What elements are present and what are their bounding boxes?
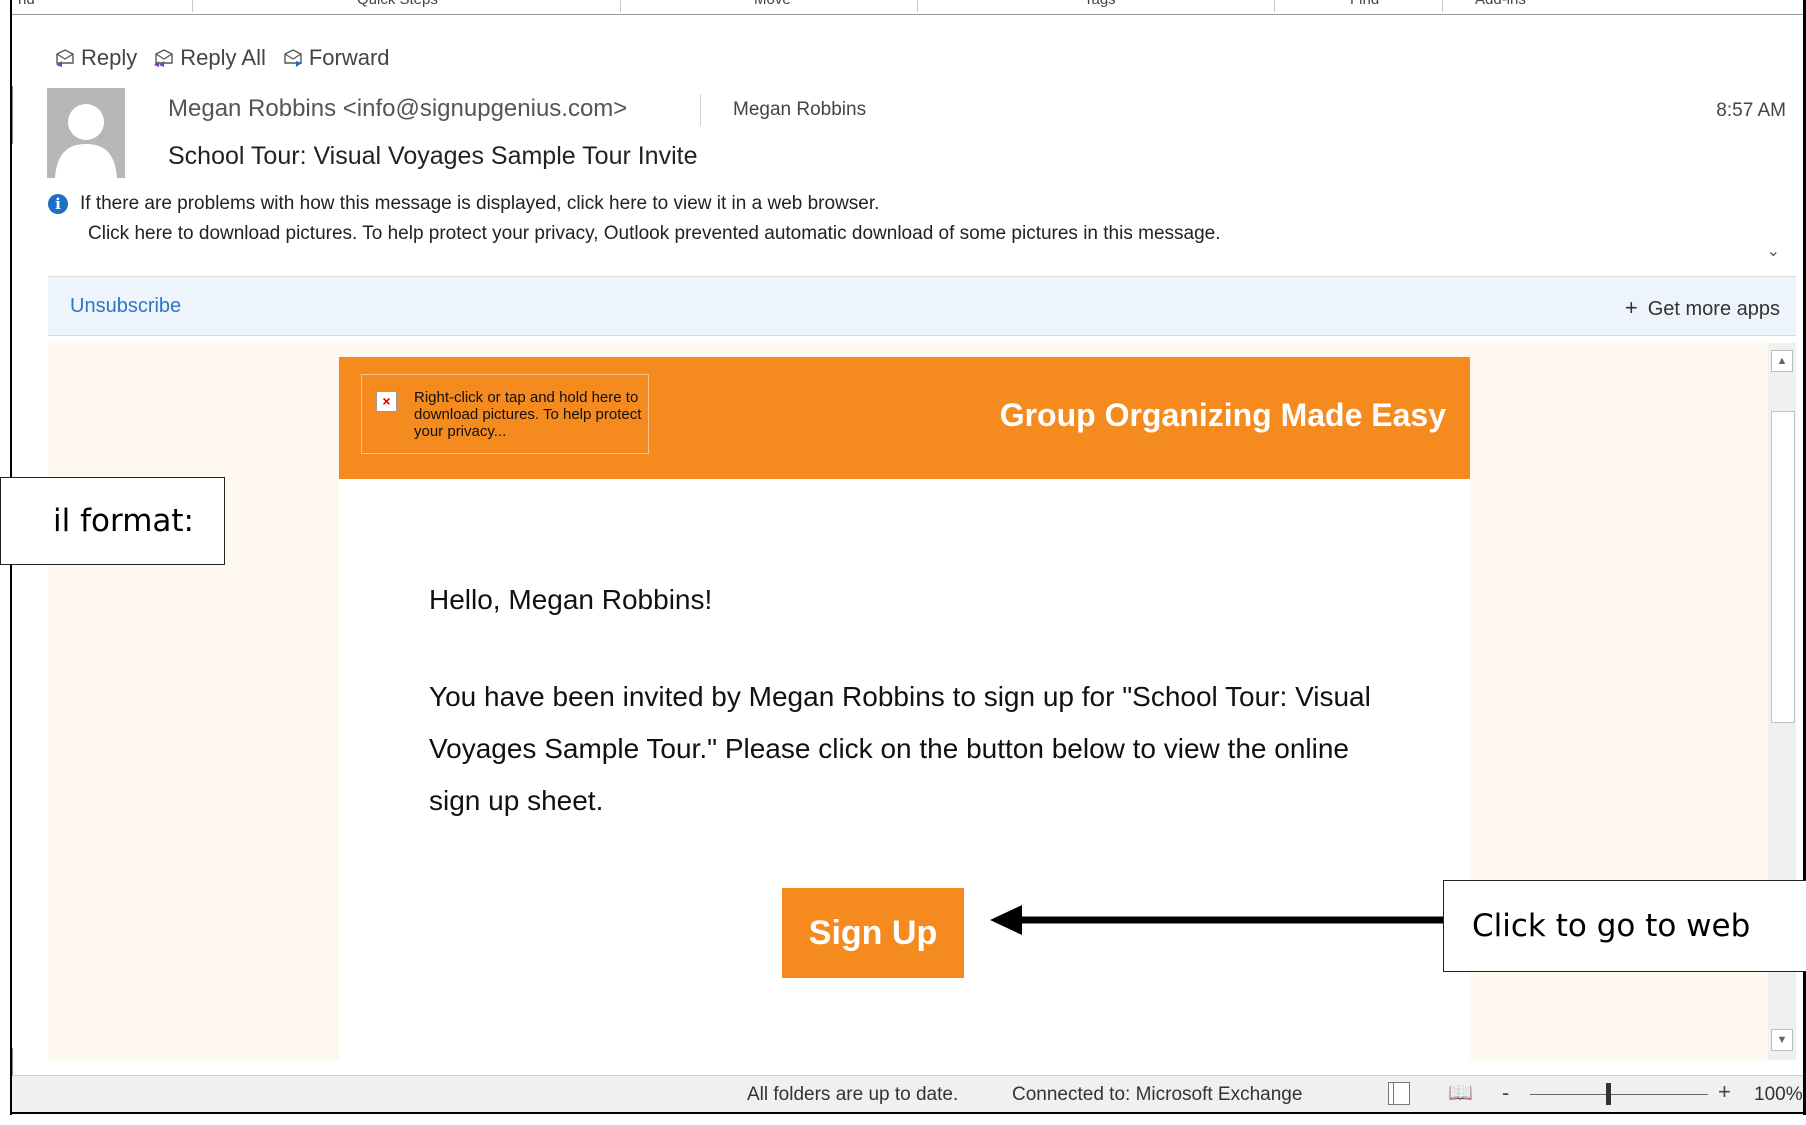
plus-icon: + [1624, 295, 1638, 320]
ribbon-divider [1274, 0, 1275, 12]
zoom-slider-thumb[interactable] [1606, 1083, 1611, 1105]
email-banner: × Right-click or tap and hold here to do… [339, 357, 1470, 479]
ribbon-divider [192, 0, 193, 12]
ribbon-group-tags[interactable]: Tags [1084, 0, 1116, 8]
info-icon: i [48, 194, 68, 214]
reply-label: Reply [81, 45, 138, 70]
forward-button[interactable]: Forward [282, 45, 390, 71]
folder-sync-status: All folders are up to date. [747, 1084, 959, 1105]
blocked-image-text: Right-click or tap and hold here to down… [414, 389, 642, 440]
download-pictures-notice[interactable]: Click here to download pictures. To help… [88, 223, 1221, 245]
scroll-up-arrow-icon[interactable]: ▲ [1771, 350, 1793, 372]
sign-up-button[interactable]: Sign Up [782, 888, 964, 978]
email-card: × Right-click or tap and hold here to do… [339, 357, 1470, 1060]
scroll-down-arrow-icon[interactable]: ▼ [1771, 1029, 1793, 1051]
ribbon-group-labels: nd Quick Steps Move Tags Find Add-ins [12, 0, 1803, 15]
message-subject: School Tour: Visual Voyages Sample Tour … [168, 142, 698, 170]
annotation-callout-web: Click to go to web [1443, 880, 1806, 972]
reply-all-icon [154, 49, 173, 67]
ribbon-group-quick-steps[interactable]: Quick Steps [357, 0, 438, 8]
addin-bar: Unsubscribe + Get more apps [48, 277, 1796, 336]
unsubscribe-link[interactable]: Unsubscribe [70, 295, 181, 318]
received-time: 8:57 AM [1716, 100, 1786, 121]
normal-view-icon[interactable] [1388, 1082, 1410, 1105]
zoom-in-button[interactable]: + [1718, 1079, 1731, 1105]
reply-all-label: Reply All [180, 45, 266, 70]
banner-tagline: Group Organizing Made Easy [999, 397, 1446, 433]
reading-view-icon[interactable]: 📖 [1448, 1080, 1473, 1105]
left-pane-edge [12, 1048, 13, 1076]
view-in-browser-notice[interactable]: If there are problems with how this mess… [80, 193, 879, 215]
ribbon-group-find[interactable]: Find [1350, 0, 1379, 8]
zoom-level[interactable]: 100% [1754, 1084, 1803, 1106]
ribbon-group-addins[interactable]: Add-ins [1475, 0, 1526, 8]
sender-avatar [47, 88, 125, 178]
ribbon-divider [620, 0, 621, 12]
left-pane-edge [12, 86, 13, 144]
email-paragraph: You have been invited by Megan Robbins t… [429, 681, 1371, 816]
get-more-apps-button[interactable]: + Get more apps [1625, 295, 1780, 321]
recipient-name[interactable]: Megan Robbins [733, 99, 866, 121]
connection-status: Connected to: Microsoft Exchange [1012, 1084, 1303, 1105]
blocked-image-placeholder[interactable]: × Right-click or tap and hold here to do… [361, 374, 649, 454]
message-actions: Reply Reply All Forward [54, 44, 390, 72]
chevron-down-icon[interactable]: ⌄ [1767, 241, 1780, 261]
zoom-out-button[interactable]: - [1502, 1080, 1509, 1106]
header-divider [700, 94, 701, 126]
reply-all-button[interactable]: Reply All [153, 45, 266, 71]
annotation-callout-web-text: Click to go to web [1472, 908, 1751, 944]
ribbon-group-label: nd [18, 0, 35, 8]
reply-icon [56, 49, 74, 67]
get-more-apps-label: Get more apps [1647, 298, 1780, 320]
annotation-callout-format-text: il format: [53, 503, 194, 539]
scrollbar-thumb[interactable] [1771, 411, 1795, 723]
ribbon-divider [917, 0, 918, 12]
reply-button[interactable]: Reply [54, 45, 137, 71]
sender-address[interactable]: Megan Robbins <info@signupgenius.com> [168, 95, 627, 123]
status-bar: All folders are up to date. Connected to… [12, 1075, 1803, 1112]
email-greeting: Hello, Megan Robbins! [429, 584, 713, 615]
ribbon-divider [1442, 0, 1443, 12]
annotation-callout-format: il format: [0, 477, 225, 565]
forward-icon [284, 49, 302, 67]
person-silhouette-icon [55, 104, 117, 178]
ribbon-group-move[interactable]: Move [754, 0, 791, 8]
forward-label: Forward [308, 45, 390, 70]
broken-image-icon: × [376, 391, 397, 412]
zoom-slider-track[interactable] [1530, 1094, 1708, 1095]
